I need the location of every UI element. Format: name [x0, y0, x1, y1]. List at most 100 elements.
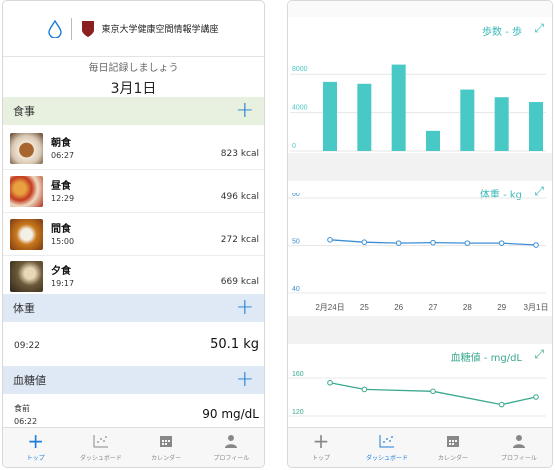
data-point: [533, 394, 539, 400]
meal-kcal: 272 kcal: [220, 235, 259, 245]
bar: [426, 130, 440, 151]
weight-value: 50.1 kg: [210, 337, 259, 352]
tab-label: ダッシュボード: [79, 455, 122, 462]
steps-chart: 0400080002月24日25262728293月1日: [290, 64, 546, 152]
meal-kcal: 669 kcal: [220, 277, 259, 287]
tab-dashboard[interactable]: ダッシュボード: [68, 428, 133, 467]
data-point: [498, 401, 505, 408]
y-tick-label: 160: [292, 371, 304, 378]
bar: [529, 102, 543, 151]
x-tick-label: 29: [497, 303, 506, 312]
tab-bar: + トップ ダッシュボード カレンダー プロフィール: [288, 427, 552, 467]
y-tick-label: 120: [292, 409, 304, 416]
plus-icon: +: [312, 429, 330, 453]
meal-kcal: 496 kcal: [220, 192, 259, 202]
meal-name: 昼食: [51, 181, 71, 192]
university-crest-icon: [82, 20, 95, 37]
bar: [460, 89, 475, 151]
meal-section-label: 食事: [13, 105, 35, 118]
profile-icon: [486, 432, 552, 450]
header-divider: [71, 17, 73, 40]
tab-label: トップ: [311, 455, 330, 462]
meal-time: 15:00: [51, 237, 75, 246]
weight-section-label: 体重: [13, 302, 35, 315]
data-point: [498, 240, 505, 246]
top-screen: 東京大学健康空間情報学講座 毎日記録しましょう 3月1日 食事 + 朝食 06:…: [2, 0, 265, 468]
glucose-section-header: 血糖値 +: [3, 366, 264, 394]
tab-profile[interactable]: プロフィール: [486, 428, 552, 467]
y-tick-label: 50: [292, 239, 300, 246]
app-header: 東京大学健康空間情報学講座: [3, 1, 264, 57]
data-point: [464, 240, 471, 246]
weight-section-header: 体重 +: [3, 294, 264, 322]
tab-label: カレンダー: [437, 455, 468, 462]
bar: [323, 81, 337, 151]
status-area: [288, 1, 552, 17]
snack-photo: [10, 219, 43, 250]
plus-icon: +: [27, 429, 44, 453]
tab-label: ダッシュボード: [365, 455, 408, 462]
glucose-value: 90 mg/dL: [202, 407, 259, 421]
bar: [391, 64, 406, 151]
tab-profile[interactable]: プロフィール: [199, 428, 264, 467]
x-tick-label: 27: [429, 303, 438, 312]
data-point: [327, 237, 333, 243]
header-title: 東京大学健康空間情報学講座: [101, 25, 219, 35]
data-point: [430, 239, 436, 246]
bar: [357, 83, 372, 151]
calendar-icon: [134, 432, 199, 450]
y-tick-label: 40: [292, 286, 300, 293]
glucose-section-label: 血糖値: [13, 374, 46, 387]
meal-row[interactable]: 間食 15:00 272 kcal: [3, 215, 264, 256]
tab-label: トップ: [26, 455, 45, 462]
calendar-icon: [420, 432, 486, 450]
x-tick-label: 3月1日: [524, 303, 549, 312]
glucose-chart: 120 160: [288, 371, 546, 417]
meal-time: 12:29: [51, 194, 75, 203]
x-tick-label: 2月24日: [315, 303, 344, 312]
meal-row[interactable]: 夕食 19:17 669 kcal: [3, 257, 264, 298]
glucose-row[interactable]: 食前 06:22 90 mg/dL: [3, 397, 264, 429]
dashboard-icon: [354, 432, 420, 450]
add-meal-button[interactable]: +: [236, 100, 254, 122]
glucose-time: 06:22: [14, 417, 38, 426]
dashboard-screen: 歩数 - 歩 ⤢ 0400080002月24日25262728293月1日 体重…: [287, 0, 553, 468]
profile-icon: [199, 432, 264, 450]
data-point: [361, 239, 368, 245]
y-tick-label: 0: [292, 143, 296, 150]
glucose-label: 食前: [14, 404, 30, 413]
weight-card: 体重 - kg ⤢ 40 50 60 2月24日 25 26 27 28 29 3月1日: [288, 181, 552, 316]
y-tick-label: 60: [292, 193, 300, 198]
dinner-photo: [10, 261, 43, 292]
meal-kcal: 823 kcal: [220, 149, 259, 159]
water-drop-icon: [48, 19, 63, 38]
lunch-photo: [10, 176, 43, 207]
dashboard-icon: [68, 432, 133, 450]
tab-label: カレンダー: [151, 455, 182, 462]
date-box: 毎日記録しましょう 3月1日: [3, 57, 264, 99]
tab-dashboard[interactable]: ダッシュボード: [354, 428, 420, 467]
meal-row[interactable]: 朝食 06:27 823 kcal: [3, 129, 264, 170]
add-weight-button[interactable]: +: [236, 297, 254, 319]
data-point: [430, 388, 436, 395]
daily-prompt: 毎日記録しましょう: [88, 63, 179, 74]
meal-time: 19:17: [51, 279, 75, 288]
add-glucose-button[interactable]: +: [236, 369, 254, 391]
data-point: [395, 240, 402, 246]
weight-chart: 40 50 60 2月24日 25 26 27 28 29 3月1日: [288, 193, 549, 312]
tab-top[interactable]: + トップ: [288, 428, 354, 467]
data-point: [361, 386, 368, 393]
meal-time: 06:27: [51, 151, 75, 160]
tab-top[interactable]: + トップ: [3, 428, 68, 467]
x-tick-label: 28: [463, 303, 472, 312]
weight-time: 09:22: [14, 341, 40, 351]
tab-calendar[interactable]: カレンダー: [134, 428, 199, 467]
y-tick-label: 8000: [292, 66, 308, 73]
weight-row[interactable]: 09:22 50.1 kg: [3, 323, 264, 365]
meal-section-header: 食事 +: [3, 97, 264, 125]
x-tick-label: 25: [360, 303, 369, 312]
data-point: [327, 379, 333, 386]
breakfast-photo: [10, 133, 43, 164]
meal-row[interactable]: 昼食 12:29 496 kcal: [3, 172, 264, 213]
tab-calendar[interactable]: カレンダー: [420, 428, 486, 467]
